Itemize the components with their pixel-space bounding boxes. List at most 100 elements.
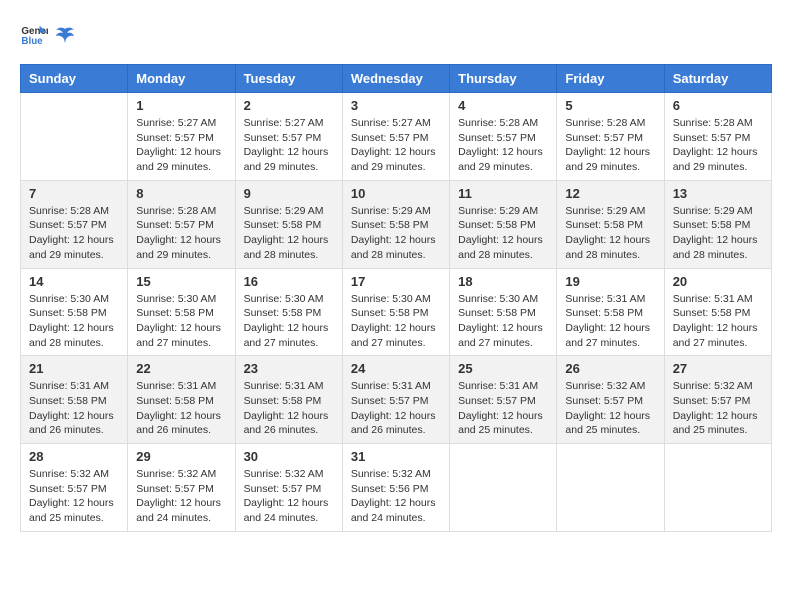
day-info: Sunrise: 5:32 AM Sunset: 5:56 PM Dayligh… [351,467,441,526]
header-row: SundayMondayTuesdayWednesdayThursdayFrid… [21,65,772,93]
day-info: Sunrise: 5:31 AM Sunset: 5:58 PM Dayligh… [565,292,655,351]
calendar-cell: 10 Sunrise: 5:29 AM Sunset: 5:58 PM Dayli… [342,180,449,268]
calendar-cell: 26 Sunrise: 5:32 AM Sunset: 5:57 PM Dayli… [557,356,664,444]
day-info: Sunrise: 5:29 AM Sunset: 5:58 PM Dayligh… [673,204,763,263]
logo-icon: General Blue [20,20,48,48]
day-number: 11 [458,186,548,201]
day-info: Sunrise: 5:27 AM Sunset: 5:57 PM Dayligh… [244,116,334,175]
header-sunday: Sunday [21,65,128,93]
day-info: Sunrise: 5:28 AM Sunset: 5:57 PM Dayligh… [565,116,655,175]
day-info: Sunrise: 5:29 AM Sunset: 5:58 PM Dayligh… [565,204,655,263]
calendar-cell: 14 Sunrise: 5:30 AM Sunset: 5:58 PM Dayli… [21,268,128,356]
day-number: 7 [29,186,119,201]
day-info: Sunrise: 5:32 AM Sunset: 5:57 PM Dayligh… [565,379,655,438]
day-number: 28 [29,449,119,464]
day-number: 13 [673,186,763,201]
day-number: 15 [136,274,226,289]
day-info: Sunrise: 5:30 AM Sunset: 5:58 PM Dayligh… [29,292,119,351]
day-info: Sunrise: 5:32 AM Sunset: 5:57 PM Dayligh… [244,467,334,526]
calendar-table: SundayMondayTuesdayWednesdayThursdayFrid… [20,64,772,532]
day-number: 3 [351,98,441,113]
day-number: 22 [136,361,226,376]
day-info: Sunrise: 5:31 AM Sunset: 5:57 PM Dayligh… [458,379,548,438]
calendar-cell: 22 Sunrise: 5:31 AM Sunset: 5:58 PM Dayli… [128,356,235,444]
calendar-cell: 5 Sunrise: 5:28 AM Sunset: 5:57 PM Daylig… [557,93,664,181]
calendar-cell: 24 Sunrise: 5:31 AM Sunset: 5:57 PM Dayli… [342,356,449,444]
calendar-cell: 17Sunrise: 5:30 AM Sunset: 5:58 PM Dayli… [342,268,449,356]
day-info: Sunrise: 5:31 AM Sunset: 5:58 PM Dayligh… [673,292,763,351]
calendar-cell: 18Sunrise: 5:30 AM Sunset: 5:58 PM Dayli… [450,268,557,356]
day-info: Sunrise: 5:27 AM Sunset: 5:57 PM Dayligh… [136,116,226,175]
day-info: Sunrise: 5:30 AM Sunset: 5:58 PM Dayligh… [136,292,226,351]
day-number: 2 [244,98,334,113]
calendar-cell: 21 Sunrise: 5:31 AM Sunset: 5:58 PM Dayli… [21,356,128,444]
day-info: Sunrise: 5:31 AM Sunset: 5:58 PM Dayligh… [29,379,119,438]
calendar-cell: 16 Sunrise: 5:30 AM Sunset: 5:58 PM Dayli… [235,268,342,356]
calendar-cell: 8 Sunrise: 5:28 AM Sunset: 5:57 PM Daylig… [128,180,235,268]
calendar-cell: 25 Sunrise: 5:31 AM Sunset: 5:57 PM Dayli… [450,356,557,444]
calendar-cell: 12 Sunrise: 5:29 AM Sunset: 5:58 PM Dayli… [557,180,664,268]
day-info: Sunrise: 5:32 AM Sunset: 5:57 PM Dayligh… [136,467,226,526]
day-number: 8 [136,186,226,201]
calendar-cell [664,444,771,532]
week-row-3: 14 Sunrise: 5:30 AM Sunset: 5:58 PM Dayli… [21,268,772,356]
calendar-cell [557,444,664,532]
calendar-cell: 2 Sunrise: 5:27 AM Sunset: 5:57 PM Daylig… [235,93,342,181]
day-info: Sunrise: 5:28 AM Sunset: 5:57 PM Dayligh… [458,116,548,175]
calendar-cell: 4Sunrise: 5:28 AM Sunset: 5:57 PM Daylig… [450,93,557,181]
day-number: 26 [565,361,655,376]
day-number: 17 [351,274,441,289]
header-monday: Monday [128,65,235,93]
calendar-cell: 29 Sunrise: 5:32 AM Sunset: 5:57 PM Dayli… [128,444,235,532]
calendar-cell [450,444,557,532]
day-number: 25 [458,361,548,376]
day-number: 5 [565,98,655,113]
day-info: Sunrise: 5:28 AM Sunset: 5:57 PM Dayligh… [673,116,763,175]
page-header: General Blue [20,20,772,48]
week-row-1: 1Sunrise: 5:27 AM Sunset: 5:57 PM Daylig… [21,93,772,181]
calendar-cell: 3 Sunrise: 5:27 AM Sunset: 5:57 PM Daylig… [342,93,449,181]
calendar-cell: 1Sunrise: 5:27 AM Sunset: 5:57 PM Daylig… [128,93,235,181]
header-wednesday: Wednesday [342,65,449,93]
header-tuesday: Tuesday [235,65,342,93]
day-number: 27 [673,361,763,376]
day-info: Sunrise: 5:28 AM Sunset: 5:57 PM Dayligh… [136,204,226,263]
day-number: 9 [244,186,334,201]
day-info: Sunrise: 5:31 AM Sunset: 5:57 PM Dayligh… [351,379,441,438]
day-number: 21 [29,361,119,376]
day-info: Sunrise: 5:29 AM Sunset: 5:58 PM Dayligh… [458,204,548,263]
day-number: 12 [565,186,655,201]
calendar-cell: 7 Sunrise: 5:28 AM Sunset: 5:57 PM Daylig… [21,180,128,268]
calendar-cell: 19Sunrise: 5:31 AM Sunset: 5:58 PM Dayli… [557,268,664,356]
calendar-cell: 6 Sunrise: 5:28 AM Sunset: 5:57 PM Daylig… [664,93,771,181]
calendar-cell: 20Sunrise: 5:31 AM Sunset: 5:58 PM Dayli… [664,268,771,356]
header-friday: Friday [557,65,664,93]
calendar-cell: 9 Sunrise: 5:29 AM Sunset: 5:58 PM Daylig… [235,180,342,268]
day-number: 10 [351,186,441,201]
day-info: Sunrise: 5:29 AM Sunset: 5:58 PM Dayligh… [351,204,441,263]
week-row-2: 7 Sunrise: 5:28 AM Sunset: 5:57 PM Daylig… [21,180,772,268]
day-info: Sunrise: 5:31 AM Sunset: 5:58 PM Dayligh… [136,379,226,438]
calendar-cell: 31Sunrise: 5:32 AM Sunset: 5:56 PM Dayli… [342,444,449,532]
day-info: Sunrise: 5:31 AM Sunset: 5:58 PM Dayligh… [244,379,334,438]
calendar-cell: 27 Sunrise: 5:32 AM Sunset: 5:57 PM Dayli… [664,356,771,444]
day-number: 16 [244,274,334,289]
calendar-cell: 13 Sunrise: 5:29 AM Sunset: 5:58 PM Dayli… [664,180,771,268]
day-info: Sunrise: 5:28 AM Sunset: 5:57 PM Dayligh… [29,204,119,263]
day-info: Sunrise: 5:30 AM Sunset: 5:58 PM Dayligh… [244,292,334,351]
day-number: 18 [458,274,548,289]
calendar-cell: 30 Sunrise: 5:32 AM Sunset: 5:57 PM Dayli… [235,444,342,532]
calendar-cell [21,93,128,181]
day-number: 29 [136,449,226,464]
day-number: 24 [351,361,441,376]
day-number: 30 [244,449,334,464]
week-row-5: 28 Sunrise: 5:32 AM Sunset: 5:57 PM Dayli… [21,444,772,532]
week-row-4: 21 Sunrise: 5:31 AM Sunset: 5:58 PM Dayli… [21,356,772,444]
day-info: Sunrise: 5:32 AM Sunset: 5:57 PM Dayligh… [673,379,763,438]
day-number: 14 [29,274,119,289]
day-number: 6 [673,98,763,113]
day-info: Sunrise: 5:32 AM Sunset: 5:57 PM Dayligh… [29,467,119,526]
day-info: Sunrise: 5:29 AM Sunset: 5:58 PM Dayligh… [244,204,334,263]
day-info: Sunrise: 5:27 AM Sunset: 5:57 PM Dayligh… [351,116,441,175]
svg-text:Blue: Blue [21,36,43,47]
